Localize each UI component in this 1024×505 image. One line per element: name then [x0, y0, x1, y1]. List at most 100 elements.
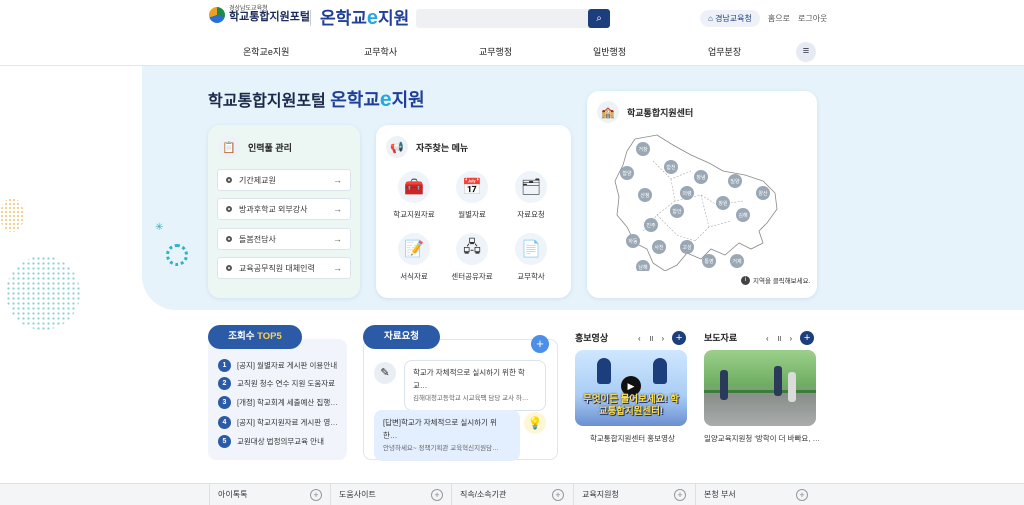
press-caption[interactable]: 일양교육지원청 '방학이 더 바빠요, …: [704, 433, 820, 444]
top5-item[interactable]: 4 [공지] 학교지원자료 게시판 영…: [218, 416, 338, 429]
plus-icon: +: [552, 489, 564, 501]
support-center-title: 학교통합지원센터: [627, 107, 694, 118]
person-figure: [774, 366, 782, 396]
nav-item-duties[interactable]: 업무분장: [708, 45, 741, 58]
region-label: 함안: [672, 208, 682, 215]
request-question-sub: 김해대청고등학교 시교육팩 담당 교사 하…: [413, 395, 529, 402]
footer-item-label: 도움사이트: [339, 490, 376, 499]
office-badge[interactable]: ⌂ 경남교육청: [700, 10, 760, 27]
nav-item-onschool[interactable]: 온학교e지원: [243, 45, 289, 58]
footer-item[interactable]: 본청 부서 +: [695, 484, 816, 505]
map-hint: i 지역을 클릭해보세요.: [741, 275, 810, 285]
promo-video-thumbnail[interactable]: ▶ 무엇이든 물어보세요! 학교통합지원센터!: [575, 350, 687, 426]
fav-item-support[interactable]: 🧰 학교지원자료: [386, 171, 442, 220]
info-icon: i: [741, 275, 750, 285]
prev-icon[interactable]: ‹: [638, 334, 641, 343]
map-hint-text: 지역을 클릭해보세요.: [753, 278, 811, 285]
top5-item[interactable]: 2 교직원 청수 연수 지원 도움자료: [218, 377, 335, 390]
request-add-button[interactable]: +: [531, 335, 549, 353]
document-request-icon: 🗂: [515, 171, 547, 203]
edu-office-logo[interactable]: 경상남도교육청 학교통합지원포털: [209, 6, 310, 23]
rank-number: 5: [218, 435, 231, 448]
request-question[interactable]: 학교가 자체적으로 실시하기 위한 학교… 김해대청고등학교 시교육팩 담당 교…: [404, 360, 546, 411]
personnel-pool-title: 인력풀 관리: [248, 142, 292, 153]
nav-item-academic[interactable]: 교무학사: [364, 45, 397, 58]
top5-item[interactable]: 3 [개정] 학교회계 세출예산 집행…: [218, 396, 338, 409]
logout-link[interactable]: 로그아웃: [798, 13, 827, 24]
bullet-icon: [226, 236, 232, 242]
decorative-dots-large: [6, 256, 80, 330]
brand-suffix: 지원: [378, 9, 410, 28]
rank-number: 4: [218, 416, 231, 429]
fav-item-monthly[interactable]: 📅 월별자료: [444, 171, 500, 220]
pool-item[interactable]: 방과후학교 외부강사 →: [217, 198, 351, 220]
gyeongnam-map[interactable]: 거창함양 합천창녕밀양양산 산청 의령함안 창원김해진주하동사천 고성남해 통영 거제: [613, 131, 781, 271]
bullet-icon: [226, 265, 232, 271]
pause-icon[interactable]: ॥: [777, 333, 782, 344]
fav-label: 자료요청: [517, 210, 545, 219]
prev-icon[interactable]: ‹: [766, 334, 769, 343]
footer-bar: 아이톡톡 + 도움사이트 + 직속/소속기관 + 교육지원청 + 본청 부서 +: [0, 483, 1024, 505]
menu-button[interactable]: ≡: [796, 42, 816, 62]
pause-icon[interactable]: ॥: [649, 333, 654, 344]
pool-item-label: 방과후학교 외부강사: [239, 204, 308, 214]
fav-item-academic[interactable]: 📄 교무학사: [503, 233, 559, 282]
next-icon[interactable]: ›: [789, 334, 792, 343]
top5-panel: 1 [공지] 월별자료 게시판 이용안내 2 교직원 청수 연수 지원 도움자료…: [208, 339, 347, 460]
decorative-ring: [166, 244, 188, 266]
footer-item[interactable]: 도움사이트 +: [330, 484, 451, 505]
top5-item[interactable]: 1 [공지] 월별자료 게시판 이용안내: [218, 359, 337, 372]
request-answer[interactable]: [답변]학교가 자체적으로 실시하기 위한… 안녕하세요~ 정책기획관 교육혁신…: [374, 410, 520, 461]
search-input[interactable]: [416, 9, 586, 29]
person-figure: [597, 358, 611, 384]
main-nav: 온학교e지원 교무학사 교무행정 일반행정 업무분장 ≡: [0, 36, 1024, 66]
fav-item-forms[interactable]: 📝 서식자료: [386, 233, 442, 282]
region-label: 하동: [628, 238, 638, 245]
request-tab[interactable]: 자료요청: [363, 325, 440, 349]
search-box: ⌕: [416, 9, 610, 29]
press-thumbnail[interactable]: [704, 350, 816, 426]
map-outline: [614, 134, 778, 271]
region-label: 통영: [704, 258, 713, 265]
support-center-card: 🏫 학교통합지원센터 거창 함양 합천 창녕 밀양 양산 산청 의령 함안 창원 김해 진주 하동 사천 고…: [587, 91, 817, 298]
next-icon[interactable]: ›: [661, 334, 664, 343]
fav-label: 학교지원자료: [393, 210, 435, 219]
plus-icon: +: [431, 489, 443, 501]
brand-logo[interactable]: 온학교e지원: [320, 4, 409, 30]
footer-item-label: 본청 부서: [704, 490, 736, 499]
footer-item[interactable]: 아이톡톡 +: [209, 484, 330, 505]
top-header: 경상남도교육청 학교통합지원포털 온학교e지원 ⌕ ⌂ 경남교육청 홈으로 로그…: [0, 0, 1024, 36]
region-label: 남해: [638, 264, 648, 271]
footer-item-label: 교육지원청: [582, 490, 619, 499]
more-plus-button[interactable]: +: [800, 331, 815, 345]
promo-video-caption[interactable]: 학교통합지원센터 홍보영상: [590, 433, 675, 444]
calendar-icon: 📅: [456, 171, 488, 203]
form-icon: 📝: [398, 233, 430, 265]
footer-item-label: 직속/소속기관: [460, 490, 507, 499]
personnel-pool-header: 📋 인력풀 관리: [218, 136, 292, 158]
academic-icon: 📄: [515, 233, 547, 265]
hero-brand-prefix: 온학교: [330, 90, 380, 110]
fav-item-shared[interactable]: 🖧 센터공유자료: [444, 233, 500, 282]
promo-video-controls: ‹ ॥ › +: [638, 331, 687, 345]
region-label: 창원: [718, 200, 728, 207]
search-button[interactable]: ⌕: [588, 9, 610, 28]
footer-item[interactable]: 교육지원청 +: [573, 484, 694, 505]
rank-number: 2: [218, 377, 231, 390]
region-label: 고성: [682, 244, 691, 251]
top5-item[interactable]: 5 교원대상 법정의무교육 안내: [218, 435, 324, 448]
pool-item[interactable]: 교육공무직원 대체인력 →: [217, 257, 351, 279]
pool-item[interactable]: 돌봄전담사 →: [217, 228, 351, 250]
nav-item-admin[interactable]: 교무행정: [479, 45, 512, 58]
request-panel: ✎ 학교가 자체적으로 실시하기 위한 학교… 김해대청고등학교 시교육팩 담당…: [363, 339, 558, 461]
nav-item-general[interactable]: 일반행정: [593, 45, 626, 58]
region-label: 밀양: [730, 178, 740, 185]
region-label: 거제: [732, 258, 742, 265]
region-label: 산청: [640, 192, 649, 199]
pool-item[interactable]: 기간제교원 →: [217, 169, 351, 191]
more-plus-button[interactable]: +: [672, 331, 687, 345]
home-link[interactable]: 홈으로: [768, 13, 790, 24]
fav-item-request[interactable]: 🗂 자료요청: [503, 171, 559, 220]
top5-tab[interactable]: 조회수 TOP5: [208, 325, 302, 349]
footer-item[interactable]: 직속/소속기관 +: [451, 484, 572, 505]
